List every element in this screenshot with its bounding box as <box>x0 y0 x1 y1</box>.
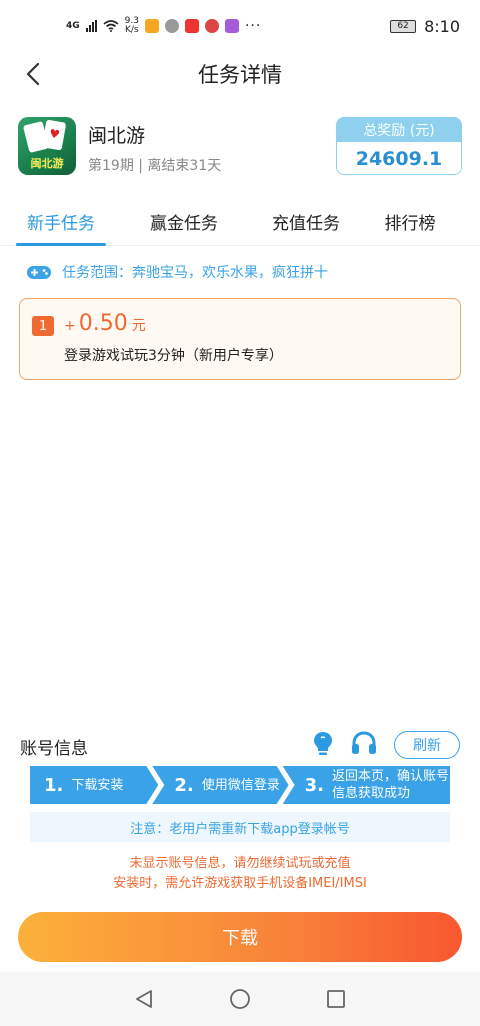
total-reward-label: 总奖励 (元) <box>337 118 461 142</box>
total-reward-box: 总奖励 (元) 24609.1 <box>336 117 462 175</box>
download-button[interactable]: 下载 <box>18 912 462 962</box>
total-reward-value: 24609.1 <box>337 142 461 174</box>
tab-leaderboard[interactable]: 排行榜 <box>370 196 450 246</box>
account-info-title: 账号信息 <box>20 739 88 759</box>
step-label: 使用微信登录 <box>201 777 280 793</box>
tab-newbie-tasks[interactable]: 新手任务 <box>16 196 106 246</box>
headset-icon[interactable] <box>350 730 378 758</box>
warning-text: 未显示账号信息，请勿继续试玩或充值 安装时，需允许游戏获取手机设备IMEI/IM… <box>0 854 480 894</box>
game-period: 第19期 | 离结束31天 <box>88 158 222 174</box>
step-number: 3. <box>304 774 324 796</box>
game-name: 闽北游 <box>88 125 146 147</box>
lightbulb-icon[interactable] <box>312 730 334 758</box>
task-reward-amount: 0.50 <box>78 311 128 336</box>
step-confirm: 3. 返回本页，确认账号信息获取成功 <box>282 766 450 804</box>
tab-win-gold-tasks[interactable]: 赢金任务 <box>134 196 234 246</box>
step-label: 下载安装 <box>71 777 124 793</box>
task-number-badge: 1 <box>32 316 54 336</box>
step-wechat-login: 2. 使用微信登录 <box>152 766 288 804</box>
notification-app-icon <box>224 19 239 33</box>
account-icons <box>312 730 378 758</box>
refresh-button[interactable]: 刷新 <box>394 731 460 759</box>
status-left: 4G 9.3 K/s ··· <box>66 17 261 35</box>
game-info: 闽北游 闽北游 第19期 | 离结束31天 总奖励 (元) 24609.1 <box>18 117 462 175</box>
net-speed: 9.3 K/s <box>125 17 139 35</box>
system-nav-bar <box>0 972 480 1026</box>
back-triangle-icon[interactable] <box>133 988 155 1010</box>
game-logo-icon: 闽北游 <box>18 117 76 175</box>
notification-app-icon <box>184 19 199 33</box>
header: 任务详情 <box>0 52 480 96</box>
step-number: 1. <box>44 774 64 796</box>
task-card[interactable]: 1 + 0.50 元 登录游戏试玩3分钟（新用户专享） <box>19 298 461 380</box>
battery-icon: 62 <box>390 19 417 33</box>
warning-line: 安装时，需允许游戏获取手机设备IMEI/IMSI <box>113 876 367 891</box>
status-right: 62 8:10 <box>390 17 460 36</box>
account-info-section: 账号信息 刷新 1. 下载安装 2. 使用微信登录 3. 返回本页，确认账号信息… <box>0 722 480 912</box>
chevron-left-icon <box>26 62 40 86</box>
home-circle-icon[interactable] <box>229 988 251 1010</box>
back-button[interactable] <box>18 58 48 90</box>
install-steps: 1. 下载安装 2. 使用微信登录 3. 返回本页，确认账号信息获取成功 <box>30 766 450 804</box>
step-label: 返回本页，确认账号信息获取成功 <box>332 769 450 801</box>
notice-bar: 注意：老用户需重新下载app登录帐号 <box>30 812 450 842</box>
status-bar: 4G 9.3 K/s ··· 62 8:10 <box>0 0 480 52</box>
recents-square-icon[interactable] <box>325 988 347 1010</box>
wechat-icon <box>164 19 179 33</box>
game-logo-text: 闽北游 <box>30 157 64 170</box>
battery-level: 62 <box>397 21 409 31</box>
task-reward-unit: 元 <box>131 318 146 334</box>
warning-line: 未显示账号信息，请勿继续试玩或充值 <box>129 856 351 871</box>
step-download: 1. 下载安装 <box>30 766 158 804</box>
clock: 8:10 <box>424 16 460 36</box>
speed-unit: K/s <box>125 25 139 35</box>
more-icon: ··· <box>244 18 262 34</box>
notification-app-icon <box>204 19 219 33</box>
page-title: 任务详情 <box>198 63 282 87</box>
task-tabs: 新手任务 赢金任务 充值任务 排行榜 <box>0 196 480 246</box>
notification-app-icon <box>144 19 159 33</box>
wifi-icon <box>103 20 119 32</box>
task-description: 登录游戏试玩3分钟（新用户专享） <box>64 348 283 364</box>
task-reward-plus: + <box>64 318 76 334</box>
task-reward: + 0.50 元 <box>64 311 146 336</box>
network-type: 4G <box>66 21 80 31</box>
task-scope: 任务范围：奔驰宝马，欢乐水果，疯狂拼十 <box>26 262 328 282</box>
gamepad-icon <box>27 266 51 279</box>
signal-icon <box>85 20 97 32</box>
step-number: 2. <box>174 774 194 796</box>
tab-recharge-tasks[interactable]: 充值任务 <box>256 196 356 246</box>
task-scope-text: 任务范围：奔驰宝马，欢乐水果，疯狂拼十 <box>62 265 328 281</box>
